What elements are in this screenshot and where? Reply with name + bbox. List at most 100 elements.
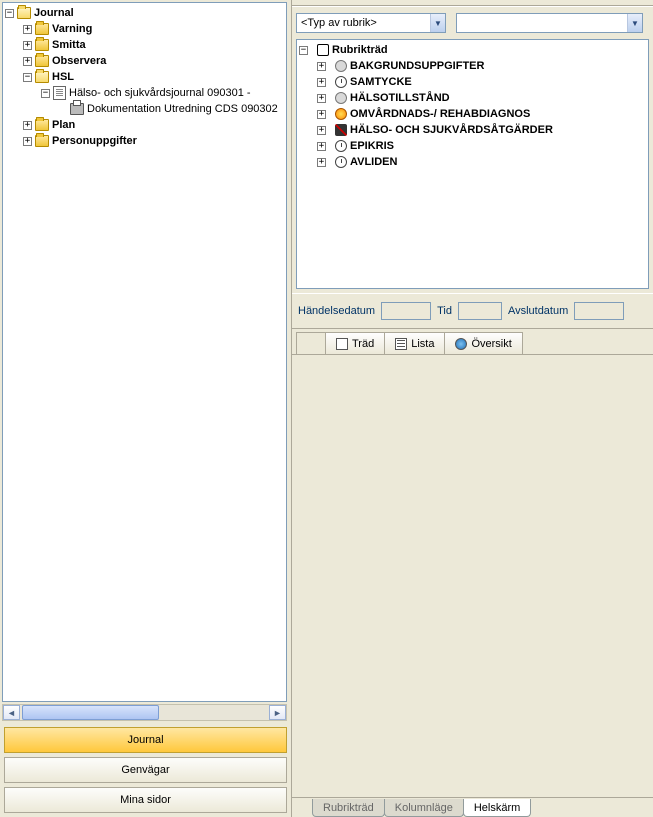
- tab-oversikt[interactable]: Översikt: [444, 332, 522, 354]
- nav-buttons: Journal Genvägar Mina sidor: [0, 723, 291, 817]
- view-tabs: Träd Lista Översikt: [292, 329, 653, 355]
- tree-item-observera[interactable]: + Observera: [5, 53, 284, 69]
- tab-label: Träd: [352, 338, 374, 350]
- fields-bar: Händelsedatum Tid Avslutdatum: [292, 293, 653, 329]
- list-icon: [395, 338, 407, 350]
- rubrik-label: SAMTYCKE: [350, 74, 412, 90]
- collapse-icon[interactable]: −: [41, 89, 50, 98]
- expand-icon[interactable]: +: [23, 57, 32, 66]
- rubrik-item[interactable]: + AVLIDEN: [299, 154, 646, 170]
- avslutdatum-label: Avslutdatum: [508, 305, 568, 317]
- collapse-icon[interactable]: −: [5, 9, 14, 18]
- tree-item-smitta[interactable]: + Smitta: [5, 37, 284, 53]
- bottom-tabs: Rubrikträd Kolumnläge Helskärm: [292, 797, 653, 817]
- rubrik-type-combo[interactable]: <Typ av rubrik> ▼: [296, 13, 446, 33]
- rubrik-item[interactable]: + BAKGRUNDSUPPGIFTER: [299, 58, 646, 74]
- tree-item-journal[interactable]: − Journal: [5, 5, 284, 21]
- tab-trad[interactable]: Träd: [325, 332, 385, 354]
- scroll-left-button[interactable]: ◄: [3, 705, 20, 720]
- nav-genvagar-button[interactable]: Genvägar: [4, 757, 287, 783]
- dropdown-icon[interactable]: ▼: [430, 14, 445, 32]
- collapse-icon[interactable]: −: [299, 46, 308, 55]
- nav-minasidor-button[interactable]: Mina sidor: [4, 787, 287, 813]
- bottom-tab-helskarm[interactable]: Helskärm: [463, 799, 531, 817]
- collapse-icon[interactable]: −: [23, 73, 32, 82]
- clock-icon: [335, 140, 347, 152]
- bottom-tab-rubriktrad[interactable]: Rubrikträd: [312, 799, 385, 817]
- expand-icon[interactable]: +: [317, 110, 326, 119]
- bottom-tab-kolumnlage[interactable]: Kolumnläge: [384, 799, 464, 817]
- folder-icon: [35, 39, 49, 51]
- tab-lista[interactable]: Lista: [384, 332, 445, 354]
- scroll-right-button[interactable]: ►: [269, 705, 286, 720]
- rubrik-root[interactable]: − Rubrikträd: [299, 42, 646, 58]
- expand-icon[interactable]: +: [23, 121, 32, 130]
- tree-item-hsl-journal[interactable]: − Hälso- och sjukvårdsjournal 090301 -: [5, 85, 284, 101]
- tree-item-hsl-doc[interactable]: Dokumentation Utredning CDS 090302: [5, 101, 284, 117]
- expand-icon[interactable]: +: [317, 78, 326, 87]
- tab-label: Rubrikträd: [323, 802, 374, 814]
- rubrik-label: BAKGRUNDSUPPGIFTER: [350, 58, 484, 74]
- rubrik-item[interactable]: + HÄLSOTILLSTÅND: [299, 90, 646, 106]
- scroll-thumb[interactable]: [22, 705, 159, 720]
- expand-icon[interactable]: +: [317, 126, 326, 135]
- clock-icon: [335, 156, 347, 168]
- tab-label: Lista: [411, 338, 434, 350]
- tab-label: Kolumnläge: [395, 802, 453, 814]
- tree-icon: [336, 338, 348, 350]
- overview-icon: [455, 338, 467, 350]
- expand-icon[interactable]: +: [23, 25, 32, 34]
- tree-item-plan[interactable]: + Plan: [5, 117, 284, 133]
- clock-icon: [335, 76, 347, 88]
- expand-icon[interactable]: +: [317, 94, 326, 103]
- tree-label: Hälso- och sjukvårdsjournal 090301 -: [69, 85, 251, 101]
- rubrik-label: AVLIDEN: [350, 154, 397, 170]
- nav-label: Mina sidor: [120, 794, 171, 806]
- node-icon: [335, 92, 347, 104]
- tab-stub: [296, 332, 326, 354]
- expand-icon[interactable]: +: [23, 41, 32, 50]
- tree-item-personuppgifter[interactable]: + Personuppgifter: [5, 133, 284, 149]
- left-panel: − Journal + Varning + Smitta: [0, 0, 292, 817]
- scroll-track[interactable]: [20, 705, 269, 720]
- tid-label: Tid: [437, 305, 452, 317]
- tree-root-icon: [317, 44, 329, 56]
- rubrik-item[interactable]: + EPIKRIS: [299, 138, 646, 154]
- handelsedatum-input[interactable]: [381, 302, 431, 320]
- tree-label: HSL: [52, 69, 74, 85]
- rubrik-label: HÄLSO- OCH SJUKVÅRDSÅTGÄRDER: [350, 122, 553, 138]
- rubrik-tree[interactable]: − Rubrikträd + BAKGRUNDSUPPGIFTER + SAMT…: [296, 39, 649, 289]
- expand-icon[interactable]: +: [317, 142, 326, 151]
- main-view-area: [292, 355, 653, 797]
- nav-label: Journal: [127, 734, 163, 746]
- expand-icon[interactable]: +: [23, 137, 32, 146]
- tree-label: Personuppgifter: [52, 133, 137, 149]
- expand-icon[interactable]: +: [317, 158, 326, 167]
- tree-label: Smitta: [52, 37, 86, 53]
- tree-label: Observera: [52, 53, 106, 69]
- secondary-combo[interactable]: ▼: [456, 13, 643, 33]
- horizontal-scrollbar[interactable]: ◄ ►: [2, 704, 287, 721]
- journal-tree[interactable]: − Journal + Varning + Smitta: [2, 2, 287, 702]
- tab-label: Översikt: [471, 338, 511, 350]
- flame-icon: [335, 108, 347, 120]
- rubrik-label: EPIKRIS: [350, 138, 394, 154]
- rubrik-label: HÄLSOTILLSTÅND: [350, 90, 450, 106]
- rubrik-item[interactable]: + OMVÅRDNADS-/ REHABDIAGNOS: [299, 106, 646, 122]
- nav-journal-button[interactable]: Journal: [4, 727, 287, 753]
- expand-icon[interactable]: +: [317, 62, 326, 71]
- tree-item-varning[interactable]: + Varning: [5, 21, 284, 37]
- pen-icon: [335, 124, 347, 136]
- tree-item-hsl[interactable]: − HSL: [5, 69, 284, 85]
- nav-label: Genvägar: [121, 764, 169, 776]
- dropdown-icon[interactable]: ▼: [627, 14, 642, 32]
- avslutdatum-input[interactable]: [574, 302, 624, 320]
- top-controls: <Typ av rubrik> ▼ ▼: [292, 6, 653, 39]
- rubrik-label: OMVÅRDNADS-/ REHABDIAGNOS: [350, 106, 530, 122]
- tree-label: Plan: [52, 117, 75, 133]
- right-panel: <Typ av rubrik> ▼ ▼ − Rubrikträd + BAKGR…: [292, 0, 653, 817]
- tid-input[interactable]: [458, 302, 502, 320]
- rubrik-item[interactable]: + HÄLSO- OCH SJUKVÅRDSÅTGÄRDER: [299, 122, 646, 138]
- rubrik-item[interactable]: + SAMTYCKE: [299, 74, 646, 90]
- folder-open-icon: [17, 7, 31, 19]
